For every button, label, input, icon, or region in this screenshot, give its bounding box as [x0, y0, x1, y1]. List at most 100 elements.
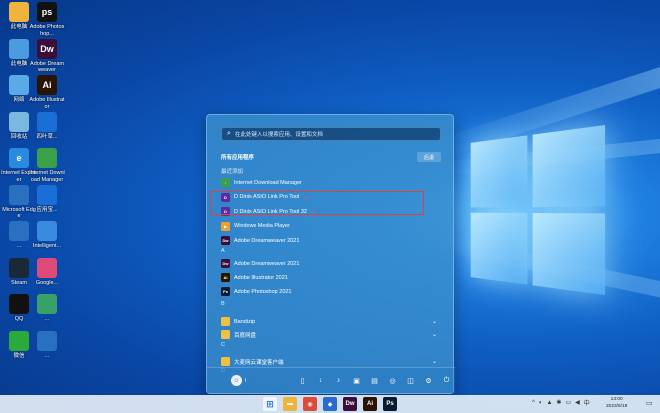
- tray-icon[interactable]: 中: [584, 398, 590, 407]
- desktop-icon[interactable]: Ai Adobe Illustrator: [29, 75, 65, 110]
- app-label: Adobe Dreamweaver 2021: [234, 237, 300, 244]
- music-icon[interactable]: ♪: [333, 375, 344, 386]
- recent-header: 最近添加: [221, 169, 244, 175]
- chevron-down-icon: ⌄: [431, 332, 437, 338]
- app-label: 大麦网云课堂客户端: [234, 359, 284, 366]
- video-icon[interactable]: ▤: [369, 375, 380, 386]
- app-list-item[interactable]: ↓ Internet Download Manager: [219, 176, 441, 189]
- section-title: 所有应用程序: [221, 155, 255, 161]
- start-menu: ⌕ 在此处键入以搜索应用、设置和文档 所有应用程序 后退 最近添加 A B C …: [206, 114, 455, 394]
- tool-icon: [9, 221, 29, 241]
- desktop-icon-label: ...: [44, 352, 50, 359]
- idm-icon: ↓: [221, 178, 230, 187]
- app-icon: [37, 330, 57, 351]
- steam-icon: [9, 257, 29, 278]
- app-list-item[interactable]: Ps Adobe Photoshop 2021: [219, 285, 441, 298]
- app-list-item[interactable]: Ai Adobe Illustrator 2021: [219, 271, 441, 284]
- photoshop-icon[interactable]: Ps: [383, 397, 397, 411]
- photoshop-icon: ps: [37, 2, 57, 22]
- desktop-icon[interactable]: ...: [30, 330, 64, 360]
- recycle-bin-icon: [9, 111, 29, 132]
- computer-icon: [9, 38, 29, 59]
- desktop-icon-label: Adobe Illustrator: [29, 97, 65, 110]
- desktop-icon[interactable]: 四叶草...: [30, 111, 64, 141]
- document-icon[interactable]: ▯: [297, 375, 308, 386]
- tray-icon[interactable]: ◀: [575, 399, 580, 406]
- annotation-highlight-box: [210, 191, 424, 215]
- app-label: Bandizip: [234, 318, 256, 325]
- pictures-icon[interactable]: ▣: [351, 375, 362, 386]
- dreamweaver-icon: Dw: [221, 236, 230, 245]
- illustrator-icon: Ai: [221, 273, 230, 282]
- app-icon: [37, 184, 57, 205]
- desktop-icon[interactable]: Internet Download Manager: [29, 148, 65, 183]
- letter-header-c[interactable]: C: [221, 342, 225, 348]
- personal-folder-icon[interactable]: ◫: [405, 375, 416, 386]
- power-icon[interactable]: ⏻: [441, 375, 452, 386]
- file-explorer-icon[interactable]: ▬: [283, 397, 297, 411]
- shield-icon[interactable]: ◆: [323, 397, 337, 411]
- app-list-item[interactable]: Dw Adobe Dreamweaver 2021: [219, 234, 441, 247]
- desktop-icon-label: 四叶草...: [36, 133, 58, 140]
- tool-icon: [9, 184, 29, 205]
- app-label: Internet Download Manager: [234, 179, 302, 186]
- clock[interactable]: 13:00 2023/6/18: [606, 397, 627, 410]
- user-avatar[interactable]: ☺: [231, 375, 242, 386]
- desktop-icon-label: Intelligent...: [32, 243, 62, 249]
- settings-icon[interactable]: ⚙: [423, 375, 434, 386]
- app-folder-item[interactable]: 百度网盘 ⌄: [219, 328, 441, 341]
- letter-header-b[interactable]: B: [221, 301, 225, 307]
- app-icon: [37, 294, 57, 314]
- chrome-icon[interactable]: ◉: [303, 397, 317, 411]
- start-menu-footer: ☺ I ▯ ↓ ♪ ▣ ▤ ◎ ◫ ⚙ ⏻: [207, 367, 455, 393]
- app-folder-item[interactable]: 大麦网云课堂客户端 ⌄: [219, 355, 441, 368]
- desktop-icon-label: Internet Download Manager: [29, 170, 65, 183]
- wallpaper-windows-logo: [470, 125, 606, 295]
- download-icon[interactable]: ↓: [315, 375, 326, 386]
- app-label: 百度网盘: [234, 332, 257, 339]
- desktop-icon[interactable]: 应用宝...: [30, 184, 64, 214]
- tray-icon[interactable]: ◐: [539, 400, 543, 406]
- folder-icon: [221, 330, 230, 339]
- clock-date: 2023/6/18: [606, 403, 628, 409]
- notification-icon[interactable]: ▭: [646, 399, 653, 407]
- letter-header-a[interactable]: A: [221, 248, 225, 254]
- desktop-icon[interactable]: Dw Adobe Dreamweaver: [30, 38, 64, 74]
- desktop-icon-label: 应用宝...: [36, 206, 58, 213]
- app-list-item[interactable]: ▶ Windows Media Player: [219, 220, 441, 233]
- back-button[interactable]: 后退: [417, 152, 441, 162]
- desktop-icon[interactable]: ps Adobe Photoshop...: [30, 2, 64, 37]
- search-icon: ⌕: [227, 130, 231, 137]
- desktop-icon[interactable]: Intelligent...: [30, 221, 64, 250]
- desktop-icon[interactable]: Google...: [30, 257, 64, 287]
- chevron-down-icon: ⌄: [431, 319, 437, 325]
- desktop-icon[interactable]: ...: [30, 294, 64, 323]
- tray-icon[interactable]: ▲: [546, 400, 552, 406]
- search-input[interactable]: ⌕ 在此处键入以搜索应用、设置和文档: [221, 127, 441, 141]
- tray-icon[interactable]: ^: [532, 400, 535, 406]
- wechat-icon: [9, 330, 29, 351]
- dreamweaver-icon: Dw: [37, 38, 57, 59]
- qq-icon: [9, 294, 29, 314]
- app-label: Adobe Dreamweaver 2021: [234, 260, 300, 267]
- start-icon[interactable]: ⊞: [263, 397, 277, 411]
- desktop-icon-label: ...: [44, 316, 50, 322]
- app-label: Windows Media Player: [234, 223, 290, 229]
- folder-icon: [221, 357, 230, 366]
- tray-icon[interactable]: ✱: [556, 399, 561, 406]
- user-name: I: [245, 377, 247, 384]
- tray-icon[interactable]: ▭: [565, 399, 571, 406]
- dreamweaver-icon: Dw: [221, 259, 230, 268]
- dreamweaver-icon[interactable]: Dw: [343, 397, 357, 411]
- app-list-item[interactable]: Dw Adobe Dreamweaver 2021: [219, 257, 441, 270]
- app-folder-item[interactable]: Bandizip ⌄: [219, 315, 441, 328]
- chevron-down-icon: ⌄: [431, 359, 437, 365]
- ie-icon: e: [9, 148, 29, 168]
- folder-icon: [9, 2, 29, 22]
- app-label: Adobe Photoshop 2021: [234, 288, 292, 295]
- app-label: Adobe Illustrator 2021: [234, 274, 288, 281]
- illustrator-icon[interactable]: Ai: [363, 397, 377, 411]
- network-icon[interactable]: ◎: [387, 375, 398, 386]
- folder-icon: [221, 317, 230, 326]
- desktop-icon-label: Google...: [35, 279, 59, 286]
